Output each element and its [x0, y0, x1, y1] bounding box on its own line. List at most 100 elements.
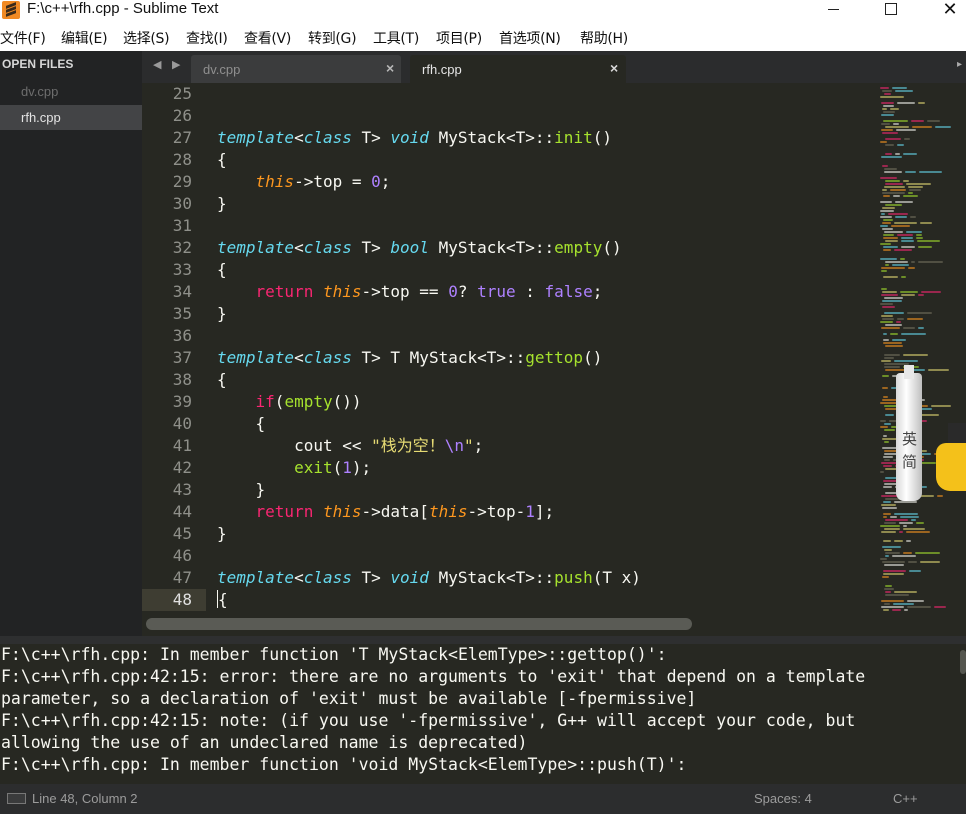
minimap[interactable] [878, 83, 966, 615]
minimap-stroke [884, 528, 900, 530]
menu-find[interactable]: 查找(I) [186, 29, 228, 49]
sidebar-file-rfh[interactable]: rfh.cpp [0, 105, 142, 130]
output-line: parameter, so a declaration of 'exit' mu… [1, 689, 697, 708]
tab-prev-icon[interactable]: ◀ [153, 58, 161, 71]
output-line: F:\c++\rfh.cpp: In member function 'void… [1, 755, 687, 774]
menu-goto[interactable]: 转到(G) [308, 29, 357, 49]
minimap-stroke [881, 360, 891, 362]
code-line: cout << "栈为空！\n"; [217, 436, 484, 455]
tab-label: rfh.cpp [422, 62, 462, 77]
minimap-stroke [916, 237, 923, 239]
minimap-stroke [884, 231, 903, 233]
sublime-text-icon [2, 1, 20, 19]
minimap-stroke [882, 90, 892, 92]
line-number: 44 [172, 502, 192, 521]
menu-edit[interactable]: 编辑(E) [61, 29, 108, 49]
minimap-stroke [883, 276, 898, 278]
minimap-stroke [903, 327, 915, 329]
minimap-stroke [890, 189, 906, 191]
menu-tools[interactable]: 工具(T) [373, 29, 419, 49]
code-editor[interactable]: 25 26 27 28 29 30 31 32 33 34 35 36 37 3… [142, 83, 966, 636]
minimap-stroke [920, 222, 932, 224]
minimap-stroke [890, 333, 898, 335]
minimap-stroke [903, 525, 907, 527]
minimap-stroke [884, 357, 894, 359]
menu-project[interactable]: 项目(P) [436, 29, 482, 49]
build-output-panel[interactable]: F:\c++\rfh.cpp: In member function 'T My… [0, 644, 966, 784]
minimap-stroke [894, 360, 918, 362]
tab-close-icon[interactable]: × [610, 60, 618, 76]
close-button[interactable]: ✕ [927, 0, 966, 18]
code-line: if(empty()) [255, 392, 362, 411]
minimap-stroke [906, 231, 922, 233]
floating-ime-mascot[interactable]: 英 简 [896, 365, 966, 503]
syntax-mode[interactable]: C++ [893, 791, 918, 806]
minimap-stroke [882, 576, 889, 578]
menu-selection[interactable]: 选择(S) [123, 29, 170, 49]
minimap-stroke [901, 246, 915, 248]
minimap-stroke [935, 126, 951, 128]
tab-rfh-cpp[interactable]: rfh.cpp × [410, 55, 626, 83]
minimap-stroke [883, 111, 895, 113]
tab-overflow-icon[interactable]: ▸ [957, 59, 963, 73]
sidebar-file-dv[interactable]: dv.cpp [0, 79, 142, 104]
minimap-stroke [881, 102, 894, 104]
code-line: return this->top == 0? true : false; [255, 282, 603, 301]
minimap-stroke [894, 540, 903, 542]
minimap-stroke [911, 519, 916, 521]
code-line: this->top = 0; [255, 172, 391, 191]
menu-view[interactable]: 查看(V) [244, 29, 291, 49]
minimize-button[interactable] [810, 0, 856, 18]
output-line: F:\c++\rfh.cpp: In member function 'T My… [1, 645, 667, 664]
line-number: 45 [172, 524, 192, 543]
minimap-stroke [904, 609, 908, 611]
output-scrollbar[interactable] [960, 650, 966, 674]
minimap-stroke [884, 171, 902, 173]
panel-toggle-icon[interactable] [7, 793, 26, 804]
minimap-stroke [885, 204, 902, 206]
minimap-stroke [896, 321, 901, 323]
minimize-icon [827, 8, 839, 10]
menu-help[interactable]: 帮助(H) [580, 29, 628, 49]
minimap-stroke [881, 123, 890, 125]
code-area[interactable]: template<class T> void MyStack<T>::init(… [217, 83, 877, 615]
minimap-stroke [915, 552, 940, 554]
minimap-stroke [901, 333, 926, 335]
minimap-stroke [883, 333, 887, 335]
tab-next-icon[interactable]: ▶ [172, 58, 180, 71]
minimap-stroke [884, 297, 903, 299]
tab-dv-cpp[interactable]: dv.cpp × [191, 55, 401, 83]
line-number: 39 [172, 392, 192, 411]
minimap-stroke [884, 549, 892, 551]
maximize-button[interactable] [868, 0, 914, 18]
menu-preferences[interactable]: 首选项(N) [499, 29, 561, 49]
horizontal-scrollbar[interactable] [146, 618, 692, 630]
line-number: 40 [172, 414, 192, 433]
menu-file[interactable]: 文件(F) [0, 29, 46, 49]
minimap-stroke [883, 486, 892, 488]
minimap-stroke [883, 396, 888, 398]
minimap-stroke [895, 153, 900, 155]
indentation-setting[interactable]: Spaces: 4 [754, 791, 812, 806]
mascot-bottle: 英 简 [896, 365, 922, 501]
minimap-stroke [884, 354, 900, 356]
minimap-stroke [934, 606, 946, 608]
minimap-stroke [906, 531, 930, 533]
code-line: { [217, 590, 228, 609]
line-number: 29 [172, 172, 192, 191]
minimap-stroke [881, 129, 893, 131]
minimap-stroke [881, 294, 898, 296]
minimap-stroke [883, 237, 898, 239]
minimap-stroke [901, 237, 913, 239]
minimap-stroke [882, 291, 897, 293]
ime-english-label: 英 [902, 430, 918, 448]
minimap-stroke [881, 606, 904, 608]
minimap-stroke [884, 603, 890, 605]
panel-divider[interactable] [0, 636, 966, 644]
minimap-stroke [892, 87, 907, 89]
minimap-stroke [881, 504, 896, 506]
tab-close-icon[interactable]: × [386, 60, 394, 76]
minimap-stroke [896, 129, 916, 131]
minimap-stroke [881, 315, 893, 317]
code-line: { [217, 150, 227, 169]
